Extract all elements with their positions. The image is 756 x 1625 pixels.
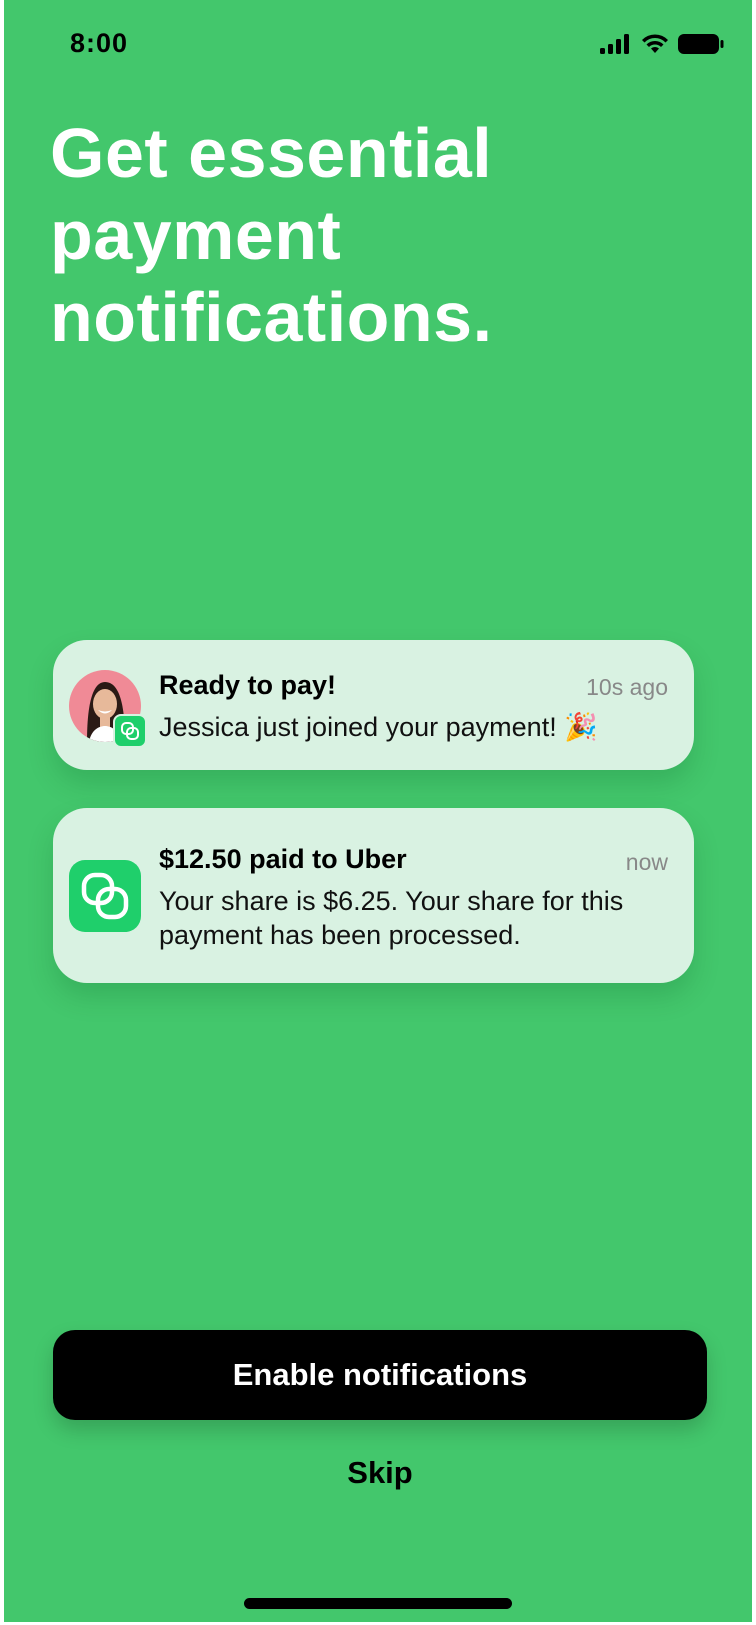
notification-body: Your share is $6.25. Your share for this… <box>159 886 624 950</box>
onboarding-screen: 8:00 Get essential payment notifications… <box>4 0 752 1622</box>
title-line: payment <box>50 196 342 274</box>
title-line: Get essential <box>50 114 493 192</box>
status-time: 8:00 <box>70 28 129 58</box>
notification-title: Ready to pay! <box>159 670 337 700</box>
battery-icon <box>678 33 724 55</box>
party-popper-icon: 🎉 <box>564 712 598 743</box>
user-avatar <box>69 670 147 748</box>
notification-time: 10s ago <box>586 674 668 700</box>
enable-notifications-button[interactable]: Enable notifications <box>53 1330 707 1420</box>
notification-title: $12.50 paid to Uber <box>159 844 407 874</box>
home-indicator <box>244 1598 512 1609</box>
notification-time: now <box>625 849 668 875</box>
title-line: notifications. <box>50 278 493 356</box>
app-badge-icon <box>113 714 147 748</box>
notification-card: Ready to pay! 10s ago Jessica just joine… <box>53 640 694 770</box>
notification-text: Jessica just joined your payment! <box>159 712 565 742</box>
notification-body: Jessica just joined your payment! 🎉 <box>159 710 659 745</box>
cellular-signal-icon <box>600 34 632 54</box>
skip-button[interactable]: Skip <box>280 1450 480 1496</box>
app-logo-icon <box>69 860 141 932</box>
page-title: Get essential payment notifications. <box>50 112 670 358</box>
status-icons <box>600 33 724 55</box>
notification-card: $12.50 paid to Uber now Your share is $6… <box>53 808 694 983</box>
wifi-icon <box>640 33 670 55</box>
